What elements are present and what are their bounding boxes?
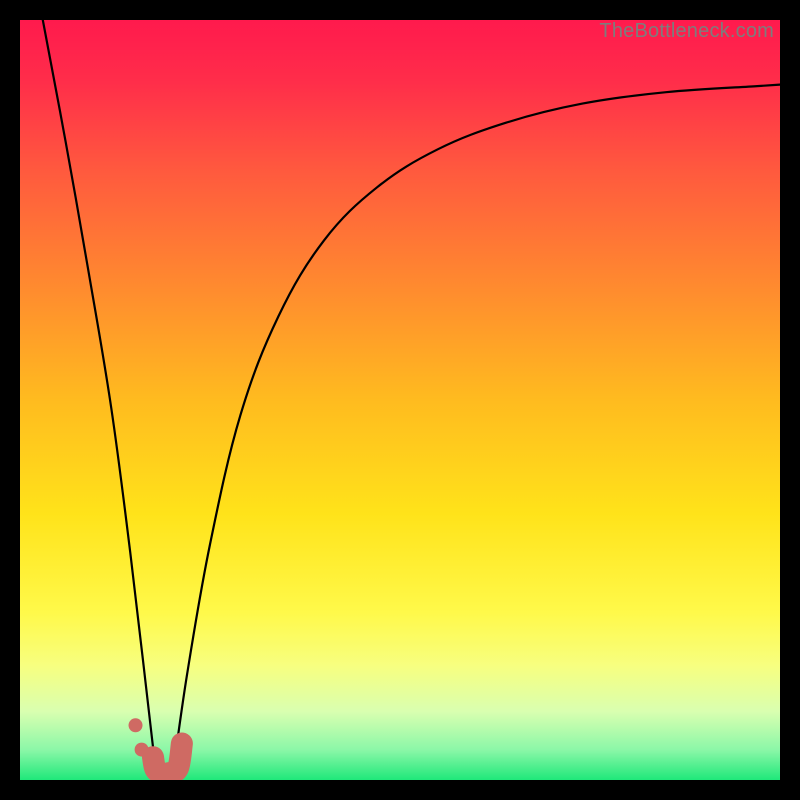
valley-dot-1 bbox=[135, 743, 149, 757]
valley-dot-0 bbox=[129, 718, 143, 732]
gradient-background bbox=[20, 20, 780, 780]
chart-frame: TheBottleneck.com bbox=[20, 20, 780, 780]
watermark-text: TheBottleneck.com bbox=[599, 20, 774, 43]
bottleneck-chart bbox=[20, 20, 780, 780]
